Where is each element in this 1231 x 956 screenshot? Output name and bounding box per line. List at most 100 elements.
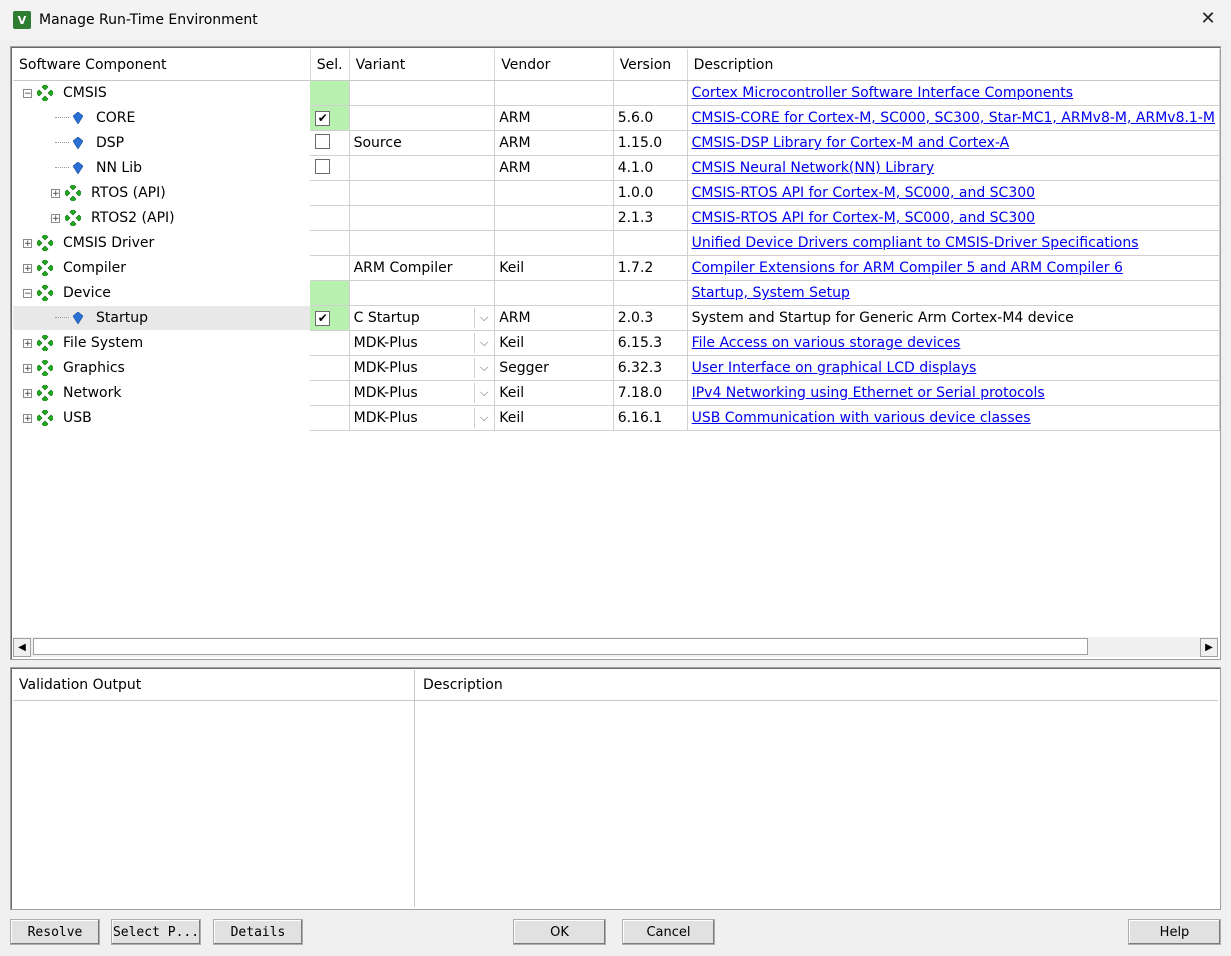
expand-icon[interactable]: +	[23, 238, 32, 248]
header-version[interactable]: Version	[613, 49, 688, 81]
component-tree-cell[interactable]: + File System	[13, 331, 310, 356]
expand-icon[interactable]: +	[23, 338, 32, 348]
validation-description-header: Description	[423, 677, 503, 693]
variant-cell: Source	[349, 130, 496, 156]
description-link[interactable]: Cortex Microcontroller Software Interfac…	[692, 85, 1073, 101]
collapse-icon[interactable]: −	[23, 88, 32, 98]
component-tree-cell[interactable]: + Graphics	[13, 356, 310, 381]
chevron-down-icon[interactable]: ⌵	[474, 358, 494, 378]
expand-icon[interactable]: +	[23, 363, 32, 373]
collapse-icon[interactable]: −	[23, 288, 32, 298]
select-checkbox[interactable]: ✔	[315, 310, 331, 326]
description-link[interactable]: Startup, System Setup	[692, 285, 850, 301]
component-tree-cell[interactable]: + RTOS2 (API)	[13, 206, 310, 231]
component-tree-cell[interactable]: DSP	[13, 131, 310, 156]
variant-combo[interactable]: MDK-Plus ⌵	[349, 355, 496, 381]
validation-header: Validation Output Description	[13, 670, 1218, 701]
component-row[interactable]: + Compiler ARM Compiler Keil 1.7.2 Compiler E…	[13, 255, 1221, 281]
sel-cell	[310, 280, 350, 306]
sel-cell: ✔	[310, 105, 350, 131]
component-row[interactable]: CORE ✔ ARM 5.6.0 CMSIS-CORE for Cortex-M, SC…	[13, 105, 1221, 131]
component-row[interactable]: + RTOS (API) 1.0.0 CMSIS-RTOS API for Corte…	[13, 180, 1221, 206]
vendor-cell: Keil	[494, 255, 614, 281]
tree-connector	[55, 117, 69, 119]
description-link[interactable]: CMSIS-DSP Library for Cortex-M and Corte…	[692, 135, 1010, 151]
header-description[interactable]: Description	[687, 49, 1221, 81]
component-row[interactable]: + CMSIS Driver Unified Device Drivers comp…	[13, 230, 1221, 256]
component-tree-cell[interactable]: + USB	[13, 406, 310, 431]
description-link[interactable]: File Access on various storage devices	[692, 335, 961, 351]
sel-cell	[310, 80, 350, 106]
vendor-cell: ARM	[494, 130, 614, 156]
select-packs-button[interactable]: Select P...	[111, 919, 201, 945]
component-tree-cell[interactable]: + Compiler	[13, 256, 310, 281]
sel-cell	[310, 130, 350, 156]
component-tree-cell[interactable]: + CMSIS Driver	[13, 231, 310, 256]
component-tree-cell[interactable]: + RTOS (API)	[13, 181, 310, 206]
component-row[interactable]: + Network MDK-Plus ⌵ Keil 7.18.0 IPv4 Networki…	[13, 380, 1221, 406]
scroll-thumb[interactable]	[33, 638, 1088, 655]
expand-icon[interactable]: +	[23, 413, 32, 423]
select-checkbox[interactable]	[315, 133, 331, 149]
description-link[interactable]: CMSIS-RTOS API for Cortex-M, SC000, and …	[692, 210, 1035, 226]
description-link[interactable]: User Interface on graphical LCD displays	[692, 360, 977, 376]
chevron-down-icon[interactable]: ⌵	[474, 333, 494, 353]
description-cell: CMSIS-RTOS API for Cortex-M, SC000, and …	[687, 180, 1221, 206]
component-tree-cell[interactable]: Startup	[13, 306, 311, 331]
chevron-down-icon[interactable]: ⌵	[474, 408, 494, 428]
description-link[interactable]: Compiler Extensions for ARM Compiler 5 a…	[692, 260, 1123, 276]
component-row[interactable]: Startup ✔ C Startup ⌵ ARM 2.0.3 System and Sta…	[13, 305, 1221, 331]
header-row: Software Component Sel. Variant Vendor V…	[13, 49, 1221, 81]
expand-icon[interactable]: +	[51, 213, 60, 223]
ok-button[interactable]: OK	[513, 919, 606, 945]
variant-value: Source	[353, 135, 402, 151]
component-tree-cell[interactable]: − CMSIS	[13, 81, 310, 106]
horizontal-scrollbar[interactable]: ◀ ▶	[13, 637, 1218, 657]
component-row[interactable]: − Device Startup, System Setup	[13, 280, 1221, 306]
description-link[interactable]: IPv4 Networking using Ethernet or Serial…	[692, 385, 1045, 401]
description-link[interactable]: CMSIS-RTOS API for Cortex-M, SC000, and …	[692, 185, 1035, 201]
header-sel[interactable]: Sel.	[310, 49, 350, 81]
resolve-button[interactable]: Resolve	[10, 919, 100, 945]
expand-icon[interactable]: +	[23, 388, 32, 398]
variant-combo[interactable]: MDK-Plus ⌵	[349, 405, 496, 431]
component-tree-cell[interactable]: CORE	[13, 106, 310, 131]
component-tree-cell[interactable]: + Network	[13, 381, 310, 406]
select-checkbox[interactable]	[315, 158, 331, 174]
variant-combo[interactable]: MDK-Plus ⌵	[349, 330, 496, 356]
expand-icon[interactable]: +	[51, 188, 60, 198]
header-vendor[interactable]: Vendor	[494, 49, 614, 81]
cancel-button[interactable]: Cancel	[622, 919, 715, 945]
component-row[interactable]: + Graphics MDK-Plus ⌵ Segger 6.32.3 User Inter…	[13, 355, 1221, 381]
help-button[interactable]: Help	[1128, 919, 1221, 945]
close-icon[interactable]: ✕	[1198, 10, 1218, 30]
chevron-down-icon[interactable]: ⌵	[474, 383, 494, 403]
variant-combo[interactable]: C Startup ⌵	[349, 305, 496, 331]
component-row[interactable]: DSP Source ARM 1.15.0 CMSIS-DSP Library for …	[13, 130, 1221, 156]
component-row[interactable]: NN Lib ARM 4.1.0 CMSIS Neural Network(NN) L…	[13, 155, 1221, 181]
description-link[interactable]: CMSIS Neural Network(NN) Library	[692, 160, 935, 176]
header-component[interactable]: Software Component	[13, 49, 311, 81]
variant-combo[interactable]: MDK-Plus ⌵	[349, 380, 496, 406]
component-row[interactable]: + RTOS2 (API) 2.1.3 CMSIS-RTOS API for Cort…	[13, 205, 1221, 231]
variant-cell	[349, 105, 496, 131]
variant-cell	[349, 180, 496, 206]
component-tree-cell[interactable]: NN Lib	[13, 156, 310, 181]
scroll-left-icon[interactable]: ◀	[13, 638, 31, 657]
chevron-down-icon[interactable]: ⌵	[474, 308, 494, 328]
component-name: CORE	[96, 110, 136, 126]
component-row[interactable]: + File System MDK-Plus ⌵ Keil 6.15.3 File Acce…	[13, 330, 1221, 356]
component-row[interactable]: + USB MDK-Plus ⌵ Keil 6.16.1 USB Communication…	[13, 405, 1221, 431]
component-tree-cell[interactable]: − Device	[13, 281, 310, 306]
description-link[interactable]: USB Communication with various device cl…	[692, 410, 1031, 426]
version-cell: 2.0.3	[613, 305, 688, 331]
description-link[interactable]: Unified Device Drivers compliant to CMSI…	[692, 235, 1139, 251]
description-link[interactable]: CMSIS-CORE for Cortex-M, SC000, SC300, S…	[692, 110, 1215, 126]
select-checkbox[interactable]: ✔	[315, 110, 331, 126]
scroll-right-icon[interactable]: ▶	[1200, 638, 1218, 657]
component-grid: Software Component Sel. Variant Vendor V…	[10, 46, 1221, 660]
header-variant[interactable]: Variant	[349, 49, 496, 81]
details-button[interactable]: Details	[213, 919, 303, 945]
expand-icon[interactable]: +	[23, 263, 32, 273]
component-row[interactable]: − CMSIS Cortex Microcontroller Software In…	[13, 80, 1221, 106]
